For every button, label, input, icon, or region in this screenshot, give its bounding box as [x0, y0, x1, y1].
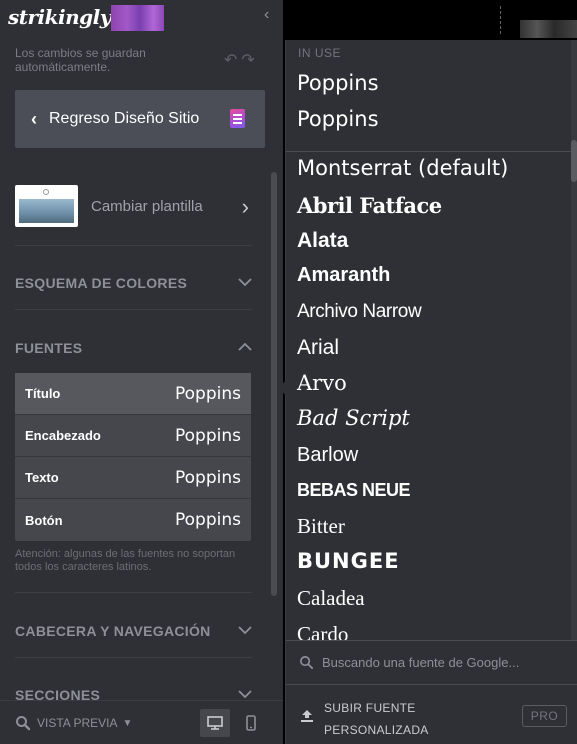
- font-row-value: Poppins: [175, 510, 241, 530]
- font-option-in-use[interactable]: Poppins: [297, 107, 379, 131]
- font-row-key: Texto: [25, 470, 59, 485]
- search-icon: [16, 716, 31, 731]
- font-option-in-use[interactable]: Poppins: [297, 71, 379, 95]
- font-option[interactable]: BEBAS NEUE: [297, 480, 411, 501]
- divider: [15, 657, 252, 658]
- editor-sidebar: strikingly ‹ Los cambios se guardan auto…: [0, 0, 283, 744]
- undo-icon[interactable]: ↶: [224, 52, 241, 69]
- chevron-up-icon: [238, 340, 252, 354]
- chevron-down-icon: [238, 687, 252, 701]
- font-row-value: Poppins: [175, 425, 241, 446]
- chevron-down-icon: [238, 275, 252, 289]
- divider: [15, 245, 252, 246]
- preview-button[interactable]: VISTA PREVIA ▼: [15, 715, 132, 731]
- change-template-label: Cambiar plantilla: [91, 197, 203, 215]
- chevron-right-icon: ›: [241, 194, 249, 219]
- caret-down-icon: ▼: [122, 717, 133, 729]
- chevron-down-icon: [238, 623, 252, 637]
- font-row-key: Botón: [25, 512, 63, 528]
- font-row-text[interactable]: Texto Poppins: [15, 457, 251, 499]
- font-row-key: Título: [25, 386, 61, 401]
- pro-badge: PRO: [522, 705, 567, 727]
- section-color-scheme[interactable]: ESQUEMA DE COLORES: [15, 272, 255, 294]
- font-option[interactable]: BUNGEE: [297, 549, 400, 573]
- font-option[interactable]: Amaranth: [297, 264, 390, 287]
- font-option[interactable]: Arvo: [297, 371, 347, 395]
- divider: [15, 592, 252, 593]
- dropdown-pointer: [279, 379, 287, 397]
- font-search-bar: [286, 640, 577, 684]
- font-settings-table: Título Poppins Encabezado Poppins Texto …: [15, 373, 251, 541]
- sidebar-bottom-bar: VISTA PREVIA ▼: [0, 700, 283, 744]
- template-thumbnail: [15, 185, 78, 227]
- font-row-value: Poppins: [175, 467, 241, 488]
- logo-row: strikingly: [8, 4, 280, 31]
- change-template-button[interactable]: Cambiar plantilla ›: [15, 176, 265, 236]
- font-option[interactable]: Archivo Narrow: [297, 301, 422, 323]
- font-option[interactable]: Alata: [297, 229, 348, 253]
- font-row-value: Poppins: [175, 383, 241, 404]
- redo-icon[interactable]: ↷: [241, 52, 258, 69]
- desktop-view-button[interactable]: [200, 709, 230, 737]
- back-to-site-design-button[interactable]: ‹ Regreso Diseño Sitio: [15, 90, 265, 148]
- font-option[interactable]: Bad Script: [297, 406, 410, 430]
- dropdown-scroll-track: [571, 40, 577, 640]
- logo-badge: [111, 5, 164, 31]
- sidebar-scrollbar[interactable]: [271, 172, 277, 596]
- font-option[interactable]: Arial: [297, 336, 339, 360]
- section-color-scheme-label: ESQUEMA DE COLORES: [15, 275, 188, 291]
- font-row-button[interactable]: Botón Poppins: [15, 499, 251, 541]
- upload-custom-font-label: SUBIR FUENTE PERSONALIZADA: [324, 701, 429, 737]
- collapse-sidebar-icon[interactable]: ‹: [264, 7, 276, 23]
- font-option[interactable]: Caladea: [297, 586, 365, 611]
- upload-custom-font-button[interactable]: SUBIR FUENTE PERSONALIZADA PRO: [286, 684, 577, 744]
- font-option[interactable]: Montserrat (default): [297, 156, 508, 180]
- font-row-key: Encabezado: [25, 428, 101, 443]
- font-search-input[interactable]: [322, 655, 562, 670]
- section-fonts[interactable]: FUENTES: [15, 337, 255, 359]
- divider: [15, 309, 252, 310]
- chevron-left-icon: ‹: [31, 108, 37, 129]
- search-icon: [300, 656, 314, 670]
- font-row-heading[interactable]: Encabezado Poppins: [15, 415, 251, 457]
- strikingly-logo: strikingly: [8, 5, 111, 29]
- upload-icon: [301, 710, 313, 722]
- font-option[interactable]: Abril Fatface: [297, 193, 442, 218]
- font-warning-text: Atención: algunas de las fuentes no sopo…: [15, 548, 236, 573]
- back-button-label: Regreso Diseño Sitio: [49, 110, 200, 127]
- section-fonts-label: FUENTES: [15, 340, 83, 356]
- dropdown-scrollbar[interactable]: [571, 140, 577, 182]
- font-picker-dropdown: IN USE Poppins Poppins Montserrat (defau…: [285, 40, 577, 744]
- autosave-status: Los cambios se guardan automáticamente.: [15, 46, 146, 74]
- in-use-label: IN USE: [298, 46, 342, 60]
- mobile-view-button[interactable]: [236, 709, 266, 737]
- mobile-icon: [246, 715, 256, 731]
- canvas-blurred-element: [520, 20, 577, 38]
- document-icon: [230, 109, 245, 128]
- desktop-icon: [207, 716, 223, 730]
- font-row-title[interactable]: Título Poppins: [15, 373, 251, 415]
- section-header-navigation[interactable]: CABECERA Y NAVEGACIÓN: [15, 620, 255, 642]
- font-option[interactable]: Bitter: [297, 514, 345, 539]
- section-header-navigation-label: CABECERA Y NAVEGACIÓN: [15, 623, 211, 639]
- undo-redo-group: ↶↷: [224, 50, 259, 70]
- font-option[interactable]: Barlow: [297, 444, 358, 467]
- preview-label: VISTA PREVIA: [37, 716, 118, 730]
- dropdown-separator: [286, 151, 572, 152]
- canvas-guide-line: [500, 6, 501, 34]
